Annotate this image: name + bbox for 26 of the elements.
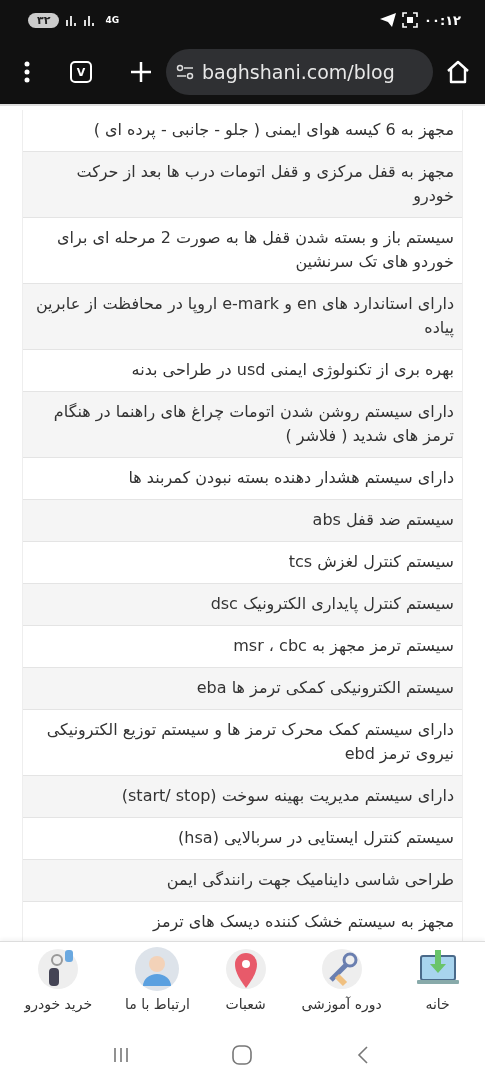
nav-item[interactable]: خانه	[408, 942, 467, 1030]
home-button-icon[interactable]	[230, 1043, 255, 1067]
battery-indicator: ۳۲	[28, 12, 60, 28]
menu-icon[interactable]	[22, 60, 32, 84]
home-icon[interactable]	[445, 59, 471, 85]
nav-item[interactable]: دوره آموزشی	[295, 942, 388, 1030]
table-cell: سیستم الکترونیکی کمکی ترمز ها eba	[23, 668, 462, 710]
table-cell: سیستم کنترل پایداری الکترونیک dsc	[23, 584, 462, 626]
table-cell: طراحی شاسی داینامیک جهت رانندگی ایمن	[23, 860, 462, 902]
table-cell: دارای سیستم روشن شدن اتومات چراغ های راهنما در هنگام ترمز های شدید ( فلاشر )	[23, 392, 462, 458]
table-cell: سیستم ضد قفل abs	[23, 500, 462, 542]
network-type: 4G	[105, 15, 120, 25]
person-avatar-icon	[134, 946, 181, 992]
screenshot-icon	[402, 12, 419, 28]
table-cell: دارای سیستم مدیریت بهینه سوخت (start/ stop)	[23, 776, 462, 818]
address-bar[interactable]: baghshani.com/blog	[166, 49, 433, 95]
tab-switcher-button[interactable]: V	[70, 61, 92, 83]
nav-item[interactable]: ارتباط با ما	[118, 942, 196, 1030]
plus-icon[interactable]	[130, 61, 152, 83]
send-icon	[380, 13, 397, 27]
table-cell: دارای استاندارد های en و e-mark اروپا در محافظت از عابرین پیاده	[23, 284, 462, 350]
nav-item[interactable]: خرید خودرو	[18, 942, 99, 1030]
table-cell: مجهز به قفل مرکزی و قفل اتومات درب ها بعد از حرکت خودرو	[23, 152, 462, 218]
nav-item[interactable]: شعبات	[216, 942, 275, 1030]
site-settings-icon[interactable]	[176, 63, 194, 81]
clock-time: ۰۰:۱۲	[424, 12, 461, 28]
